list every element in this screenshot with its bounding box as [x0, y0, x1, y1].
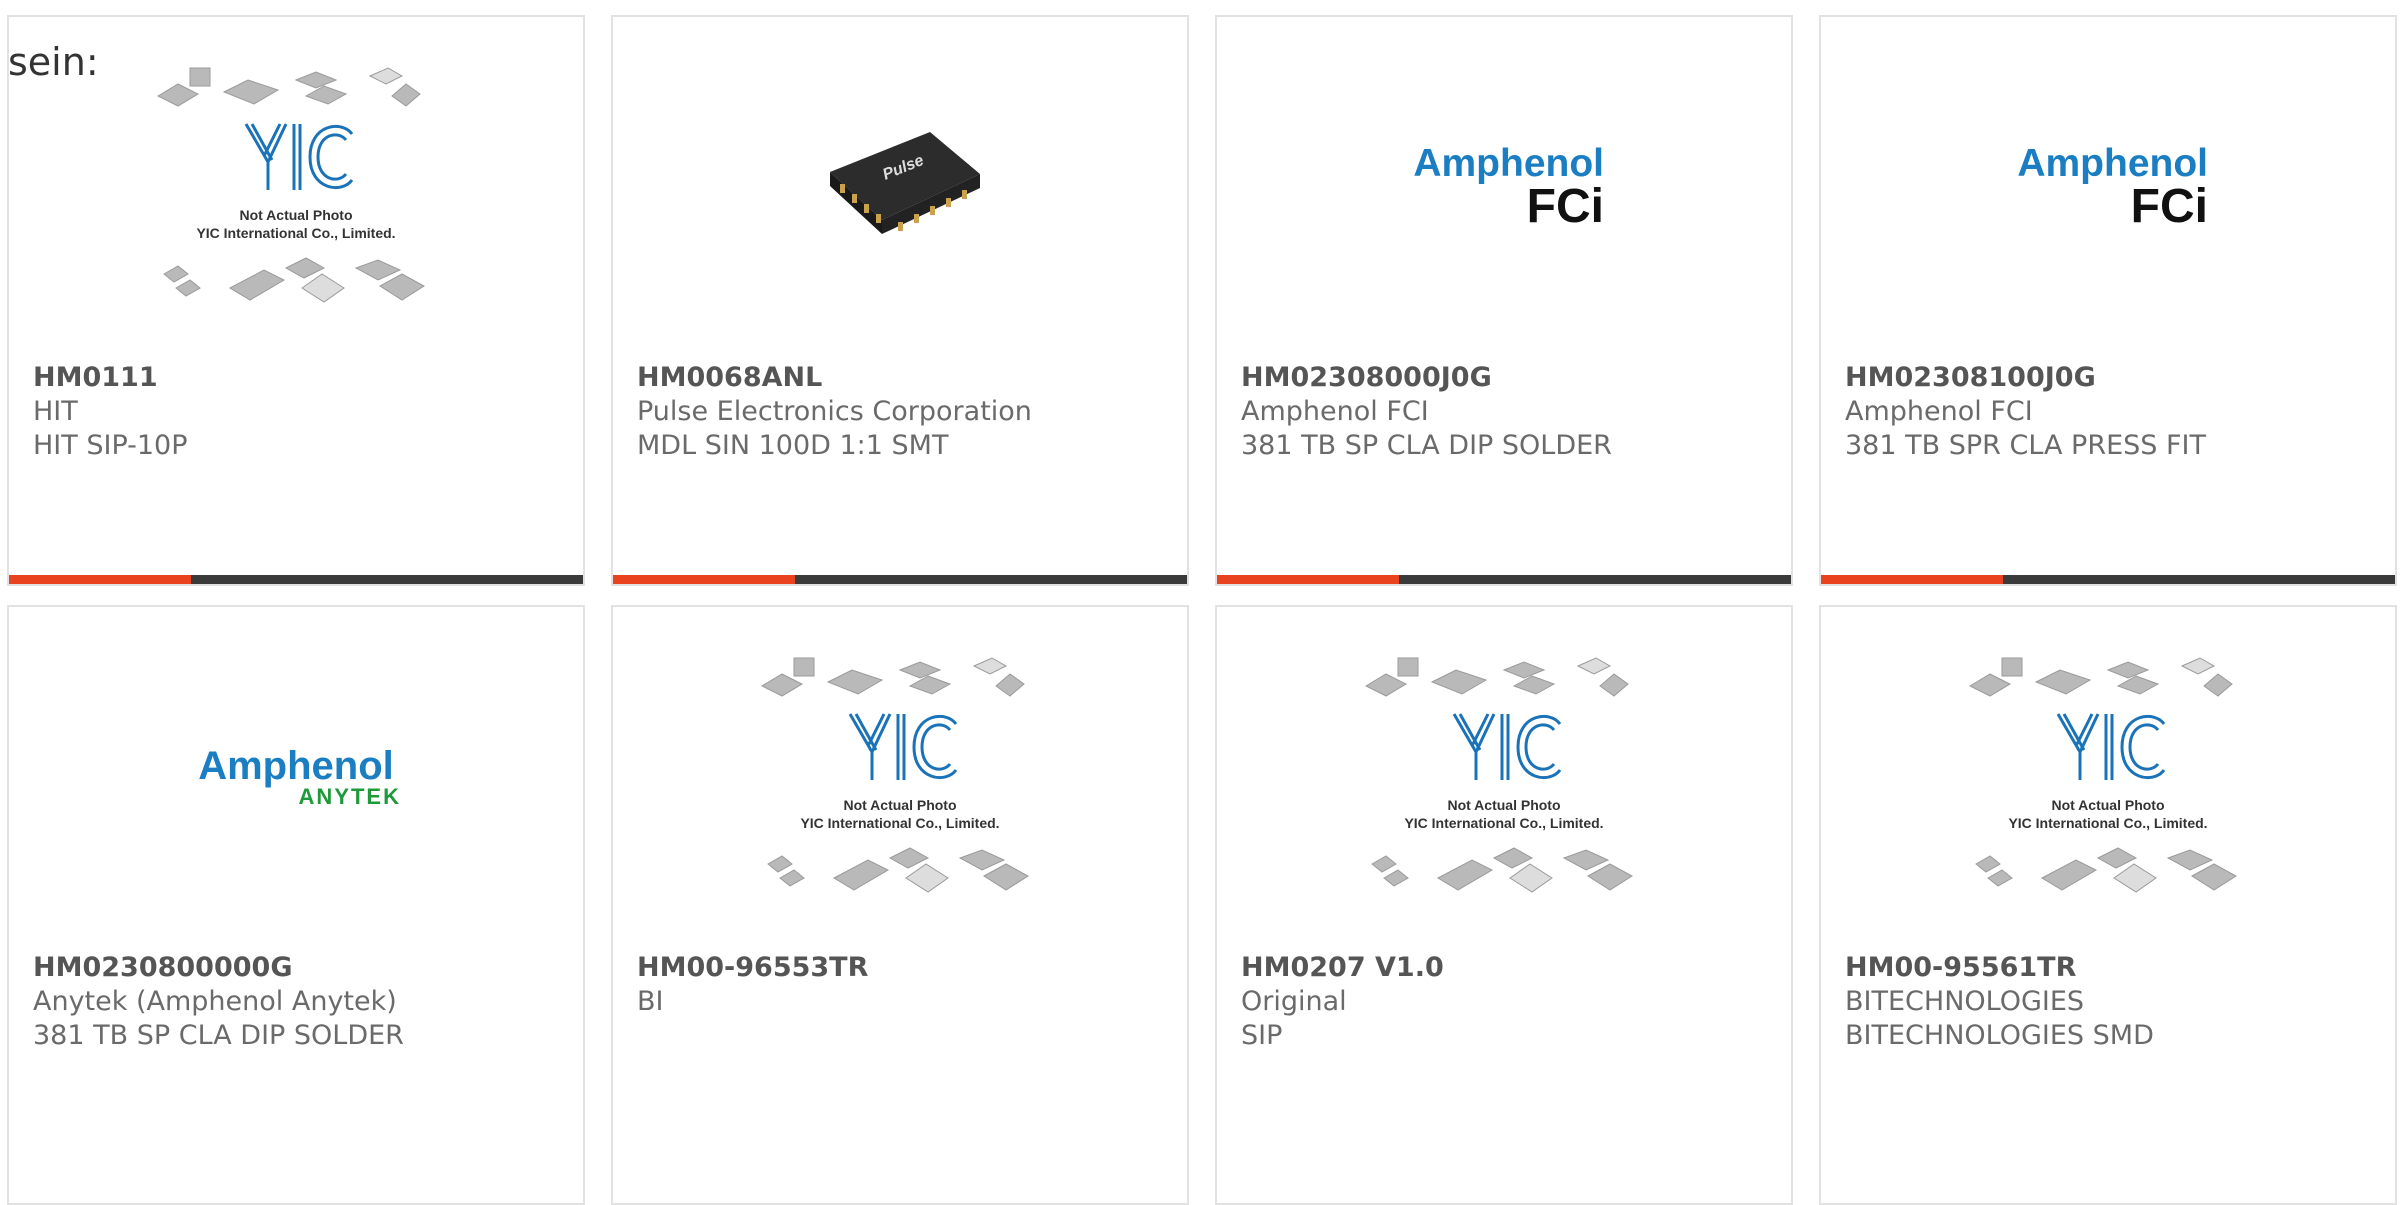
placeholder-line1: Not Actual Photo — [1447, 797, 1560, 813]
description: BITECHNOLOGIES SMD — [1845, 1020, 2154, 1051]
description: 381 TB SP CLA DIP SOLDER — [1241, 430, 1612, 461]
product-card[interactable]: Not Actual Photo YIC International Co., … — [1215, 605, 1793, 1205]
card-bar — [1821, 575, 2395, 584]
part-number[interactable]: HM02308100J0G — [1845, 361, 2385, 395]
placeholder-line1: Not Actual Photo — [2051, 797, 2164, 813]
amphenol-fci-logo: Amphenol FCi — [2017, 141, 2208, 233]
product-card[interactable]: Not Actual Photo YIC International Co., … — [7, 15, 585, 586]
manufacturer: BITECHNOLOGIES — [1845, 986, 2085, 1017]
product-card[interactable]: Pulse HM0068ANL Pulse Electronics Corpor… — [611, 15, 1189, 586]
placeholder-line2: YIC International Co., Limited. — [196, 225, 395, 241]
product-card[interactable]: Amphenol FCi HM02308000J0G Amphenol FCI … — [1215, 15, 1793, 586]
description: SIP — [1241, 1020, 1283, 1051]
placeholder-line1: Not Actual Photo — [239, 207, 352, 223]
manufacturer: Anytek (Amphenol Anytek) — [33, 986, 397, 1017]
manufacturer: Amphenol FCI — [1241, 396, 1429, 427]
card-bar-accent — [1217, 575, 1399, 584]
product-image: Not Actual Photo YIC International Co., … — [1821, 607, 2395, 947]
card-bar — [1217, 575, 1791, 584]
part-number[interactable]: HM02308000J0G — [1241, 361, 1781, 395]
pulse-chip-image: Pulse — [830, 132, 980, 234]
product-image: Amphenol ANYTEK — [9, 607, 583, 947]
product-card[interactable]: Not Actual Photo YIC International Co., … — [611, 605, 1189, 1205]
manufacturer: Amphenol FCI — [1845, 396, 2033, 427]
card-bar-accent — [1821, 575, 2003, 584]
part-number[interactable]: HM0068ANL — [637, 361, 1177, 395]
placeholder-image: Not Actual Photo YIC International Co., … — [760, 657, 1029, 893]
part-number[interactable]: HM0230800000G — [33, 951, 573, 985]
description: MDL SIN 100D 1:1 SMT — [637, 430, 949, 461]
placeholder-image: Not Actual Photo YIC International Co., … — [156, 67, 425, 303]
product-image: Pulse — [613, 17, 1187, 357]
manufacturer: BI — [637, 986, 664, 1017]
manufacturer: Pulse Electronics Corporation — [637, 396, 1032, 427]
description: 381 TB SP CLA DIP SOLDER — [33, 1020, 404, 1051]
card-bar — [9, 575, 583, 584]
part-number[interactable]: HM0207 V1.0 — [1241, 951, 1781, 985]
amphenol-anytek-logo: Amphenol ANYTEK — [198, 744, 401, 809]
product-image: Not Actual Photo YIC International Co., … — [1217, 607, 1791, 947]
placeholder-line2: YIC International Co., Limited. — [800, 815, 999, 831]
product-card[interactable]: Not Actual Photo YIC International Co., … — [1819, 605, 2397, 1205]
product-card[interactable]: Amphenol ANYTEK HM0230800000G Anytek (Am… — [7, 605, 585, 1205]
product-card[interactable]: Amphenol FCi HM02308100J0G Amphenol FCI … — [1819, 15, 2397, 586]
amphenol-fci-logo: Amphenol FCi — [1413, 141, 1604, 233]
card-bar-accent — [9, 575, 191, 584]
card-bar-accent — [613, 575, 795, 584]
part-number[interactable]: HM00-95561TR — [1845, 951, 2385, 985]
placeholder-line2: YIC International Co., Limited. — [1404, 815, 1603, 831]
placeholder-line1: Not Actual Photo — [843, 797, 956, 813]
part-number[interactable]: HM00-96553TR — [637, 951, 1177, 985]
placeholder-image: Not Actual Photo YIC International Co., … — [1968, 657, 2237, 893]
manufacturer: HIT — [33, 396, 78, 427]
intro-text: sein: — [8, 40, 99, 84]
product-image: Amphenol FCi — [1217, 17, 1791, 357]
placeholder-line2: YIC International Co., Limited. — [2008, 815, 2207, 831]
placeholder-image: Not Actual Photo YIC International Co., … — [1364, 657, 1633, 893]
manufacturer: Original — [1241, 986, 1347, 1017]
description: 381 TB SPR CLA PRESS FIT — [1845, 430, 2206, 461]
description: HIT SIP-10P — [33, 430, 188, 461]
card-bar — [613, 575, 1187, 584]
product-image: Amphenol FCi — [1821, 17, 2395, 357]
part-number[interactable]: HM0111 — [33, 361, 573, 395]
product-image: Not Actual Photo YIC International Co., … — [613, 607, 1187, 947]
